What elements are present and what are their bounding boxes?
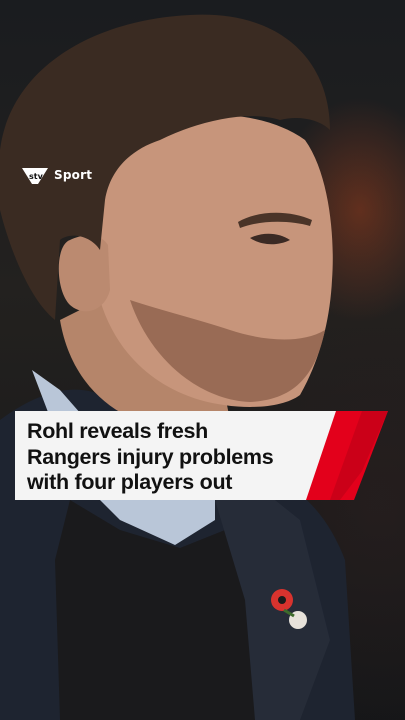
stv-logo-icon: stv — [20, 164, 50, 186]
logo-text: Sport — [54, 168, 93, 182]
headline-text: Rohl reveals fresh Rangers injury proble… — [27, 419, 274, 494]
portrait-illustration — [0, 14, 355, 720]
headline-card: Rohl reveals fresh Rangers injury proble… — [15, 411, 340, 500]
svg-text:stv: stv — [29, 172, 44, 181]
stv-sport-logo: stv Sport — [20, 164, 92, 186]
ear — [58, 235, 110, 312]
red-slash-accent-icon — [306, 411, 388, 500]
hero-photo — [0, 0, 405, 720]
